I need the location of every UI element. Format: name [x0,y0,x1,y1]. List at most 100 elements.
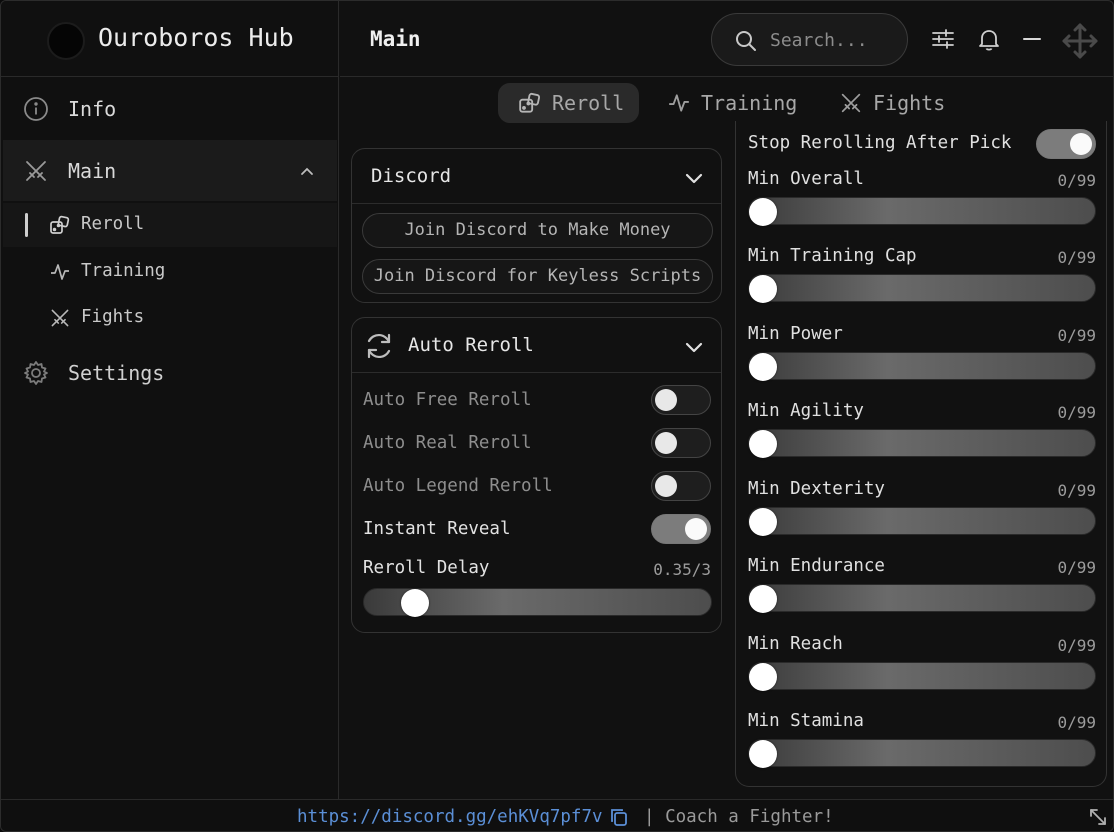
sidebar-item-main[interactable]: Main [3,140,337,201]
tab-reroll[interactable]: Reroll [498,83,639,123]
chevron-up-icon[interactable] [299,163,315,179]
tab-training[interactable]: Training [665,83,797,123]
stop-rerolling-row: Stop Rerolling After Pick [736,127,1106,159]
drag-handle[interactable] [1060,21,1100,61]
resize-handle-icon[interactable] [1087,806,1109,828]
min-reach-slider-row: Min Reach 0/99 [736,634,1106,704]
toggle-label: Stop Rerolling After Pick [748,133,1012,153]
slider-label: Min Stamina [748,711,864,731]
search-box[interactable] [711,13,908,66]
copy-icon[interactable] [609,807,629,827]
search-icon [734,29,758,53]
instant-reveal-toggle[interactable] [651,514,711,544]
notifications-button[interactable] [975,25,1003,53]
instant-reveal-row: Instant Reveal [352,509,721,549]
app-logo [47,22,85,60]
slider-label: Min Dexterity [748,479,885,499]
min-stamina-slider-row: Min Stamina 0/99 [736,711,1106,781]
min-overall-slider[interactable] [748,197,1096,226]
panel-title: Auto Reroll [408,334,534,356]
min-agility-slider-row: Min Agility 0/99 [736,401,1106,471]
sidebar-item-label: Main [68,158,117,183]
slider-knob[interactable] [749,508,777,536]
min-power-slider[interactable] [748,352,1096,381]
min-agility-slider[interactable] [748,429,1096,458]
slider-knob[interactable] [749,585,777,613]
slider-knob[interactable] [749,275,777,303]
slider-value: 0/99 [1057,326,1096,345]
toggle-label: Auto Free Reroll [363,390,532,410]
min-endurance-slider[interactable] [748,584,1096,613]
auto-legend-reroll-toggle[interactable] [651,471,711,501]
slider-label: Min Reach [748,634,843,654]
sidebar-item-settings[interactable]: Settings [3,343,337,403]
join-discord-money-button[interactable]: Join Discord to Make Money [362,213,713,248]
min-training-cap-slider-row: Min Training Cap 0/99 [736,246,1106,316]
slider-label: Min Agility [748,401,864,421]
info-icon [23,96,49,122]
auto-free-reroll-toggle[interactable] [651,385,711,415]
refresh-icon [363,330,395,362]
min-endurance-slider-row: Min Endurance 0/99 [736,556,1106,626]
discord-invite-link[interactable]: https://discord.gg/ehKVq7pf7v [297,807,603,827]
stop-rerolling-toggle[interactable] [1036,129,1096,159]
slider-value: 0/99 [1057,636,1096,655]
min-power-slider-row: Min Power 0/99 [736,324,1106,394]
slider-knob[interactable] [749,740,777,768]
toggle-knob [655,475,677,497]
sidebar-item-label: Info [68,97,117,121]
min-dexterity-slider-row: Min Dexterity 0/99 [736,479,1106,549]
auto-reroll-panel-header[interactable]: Auto Reroll [352,318,721,373]
tab-label: Training [701,91,798,115]
tab-fights[interactable]: Fights [837,83,945,123]
slider-value: 0/99 [1057,558,1096,577]
sidebar-subitem-fights[interactable]: Fights [3,296,337,340]
auto-legend-reroll-row: Auto Legend Reroll [352,466,721,506]
slider-knob[interactable] [749,353,777,381]
auto-real-reroll-toggle[interactable] [651,428,711,458]
slider-label: Min Power [748,324,843,344]
toggle-knob [685,518,707,540]
sidebar-subitem-reroll[interactable]: Reroll [3,203,337,247]
sidebar-subitem-label: Training [81,261,166,281]
min-stamina-slider[interactable] [748,739,1096,768]
slider-value: 0/99 [1057,248,1096,267]
toggle-knob [1070,133,1092,155]
sidebar-subitem-label: Fights [81,307,145,327]
swords-icon [49,307,71,329]
min-reach-slider[interactable] [748,662,1096,691]
brand-header: Ouroboros Hub [1,1,339,77]
min-dexterity-slider[interactable] [748,507,1096,536]
panel-title: Discord [371,165,452,187]
search-input[interactable] [770,26,895,54]
footer-note: | Coach a Fighter! [644,807,834,827]
slider-value: 0/99 [1057,403,1096,422]
toggle-label: Instant Reveal [363,519,511,539]
dice-icon [49,214,71,236]
toggle-label: Auto Real Reroll [363,433,532,453]
slider-knob[interactable] [749,198,777,226]
dice-icon [518,91,542,115]
activity-icon [667,91,691,115]
auto-reroll-panel: Auto Reroll Auto Free Reroll Auto Real R… [351,317,722,633]
slider-knob[interactable] [401,589,429,617]
slider-label: Min Overall [748,169,864,189]
min-training-cap-slider[interactable] [748,274,1096,303]
footer-bar: https://discord.gg/ehKVq7pf7v | Coach a … [1,799,1113,831]
sidebar-item-label: Settings [68,361,165,385]
min-stats-panel: Stop Rerolling After Pick Min Overall 0/… [735,121,1107,787]
move-icon [1060,21,1100,61]
app-title: Ouroboros Hub [98,23,294,52]
slider-value: 0/99 [1057,481,1096,500]
minimize-button[interactable] [1019,25,1047,53]
filter-settings-button[interactable] [929,25,957,53]
gear-icon [23,360,49,386]
reroll-delay-slider[interactable] [363,588,712,617]
sidebar-item-info[interactable]: Info [3,79,337,139]
slider-knob[interactable] [749,430,777,458]
slider-knob[interactable] [749,663,777,691]
discord-panel-header[interactable]: Discord [352,149,721,204]
slider-value: 0/99 [1057,171,1096,190]
sidebar-subitem-training[interactable]: Training [3,250,337,294]
join-discord-keyless-button[interactable]: Join Discord for Keyless Scripts [362,259,713,294]
